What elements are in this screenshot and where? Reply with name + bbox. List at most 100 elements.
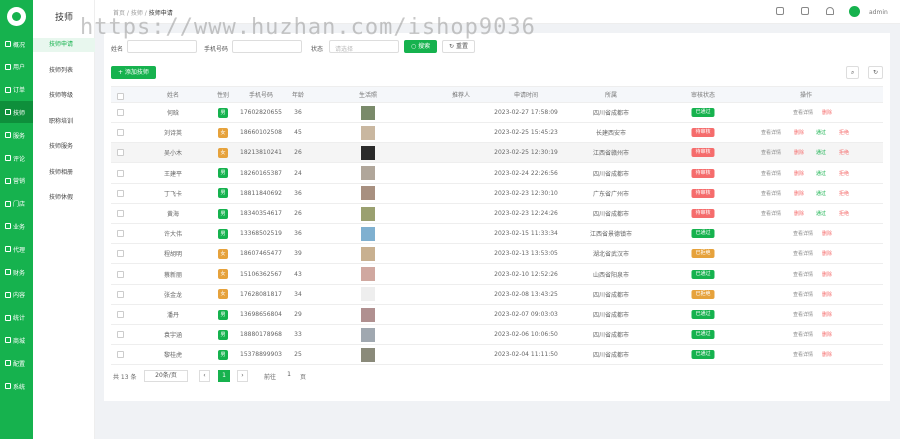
action-0[interactable]: 查看详情 (761, 184, 781, 203)
select-all-checkbox[interactable] (117, 93, 124, 100)
action-1[interactable]: 删除 (822, 103, 832, 122)
action-0[interactable]: 查看详情 (793, 325, 813, 344)
action-2[interactable]: 通过 (816, 143, 826, 162)
action-3[interactable]: 拒绝 (839, 143, 849, 162)
row-checkbox[interactable] (117, 189, 124, 197)
action-3[interactable]: 拒绝 (839, 204, 849, 223)
refresh-icon[interactable]: ↻ (868, 66, 884, 79)
action-2[interactable]: 通过 (816, 164, 826, 183)
life-photo-thumbnail[interactable] (361, 226, 375, 241)
action-1[interactable]: 删除 (822, 224, 832, 243)
sidebar-item-2[interactable]: 订单 (0, 79, 33, 101)
life-photo-thumbnail[interactable] (361, 327, 375, 342)
sidebar-item-12[interactable]: 统计 (0, 307, 33, 329)
action-1[interactable]: 删除 (822, 305, 832, 324)
submenu-item-6[interactable]: 技师休假 (33, 191, 95, 205)
action-0[interactable]: 查看详情 (761, 143, 781, 162)
page-1-button[interactable]: 1 (218, 370, 230, 382)
action-1[interactable]: 删除 (794, 204, 804, 223)
row-checkbox[interactable] (117, 270, 124, 278)
action-0[interactable]: 查看详情 (761, 164, 781, 183)
sidebar-item-15[interactable]: 系统 (0, 375, 33, 397)
row-checkbox[interactable] (117, 290, 124, 298)
life-photo-thumbnail[interactable] (361, 125, 375, 140)
action-1[interactable]: 删除 (822, 325, 832, 344)
avatar[interactable] (849, 6, 860, 17)
sidebar-item-4[interactable]: 服务 (0, 124, 33, 146)
action-0[interactable]: 查看详情 (793, 265, 813, 284)
sidebar-item-3[interactable]: 技师 (0, 101, 33, 124)
life-photo-thumbnail[interactable] (361, 246, 375, 261)
sidebar-item-11[interactable]: 内容 (0, 284, 33, 306)
row-checkbox[interactable] (117, 250, 124, 258)
life-photo-thumbnail[interactable] (361, 307, 375, 322)
life-photo-thumbnail[interactable] (361, 166, 375, 181)
submenu-item-2[interactable]: 技师等级 (33, 89, 95, 103)
sidebar-item-8[interactable]: 业务 (0, 215, 33, 237)
action-2[interactable]: 通过 (816, 184, 826, 203)
reset-button[interactable]: ↻ 重置 (442, 40, 475, 53)
next-page-button[interactable]: › (237, 370, 248, 382)
row-checkbox[interactable] (117, 311, 124, 318)
action-1[interactable]: 删除 (822, 265, 832, 284)
action-2[interactable]: 通过 (816, 123, 826, 142)
action-0[interactable]: 查看详情 (793, 244, 813, 263)
submenu-item-0[interactable]: 技师申请 (33, 38, 95, 52)
life-photo-thumbnail[interactable] (361, 206, 375, 221)
sidebar-item-9[interactable]: 代理 (0, 238, 33, 260)
sidebar-item-14[interactable]: 配置 (0, 352, 33, 374)
goto-input[interactable]: 1 (281, 370, 297, 382)
username[interactable]: admin (869, 9, 888, 16)
search-button[interactable]: ○ 搜索 (404, 40, 438, 53)
submenu-item-1[interactable]: 技师列表 (33, 64, 95, 78)
prev-page-button[interactable]: ‹ (199, 370, 210, 382)
action-1[interactable]: 删除 (822, 285, 832, 304)
row-checkbox[interactable] (117, 331, 124, 339)
row-checkbox[interactable] (117, 210, 124, 217)
add-technician-button[interactable]: + 添加技师 (111, 66, 156, 79)
action-0[interactable]: 查看详情 (793, 285, 813, 304)
row-checkbox[interactable] (117, 169, 124, 177)
submenu-item-4[interactable]: 技师服务 (33, 140, 95, 154)
action-0[interactable]: 查看详情 (793, 345, 813, 364)
action-1[interactable]: 删除 (794, 123, 804, 142)
trash-icon[interactable] (776, 7, 784, 15)
action-1[interactable]: 删除 (822, 345, 832, 364)
sidebar-item-5[interactable]: 评论 (0, 147, 33, 169)
fullscreen-icon[interactable] (801, 7, 809, 15)
phone-input[interactable] (232, 40, 302, 53)
action-3[interactable]: 拒绝 (839, 164, 849, 183)
sidebar-item-6[interactable]: 营销 (0, 170, 33, 192)
action-0[interactable]: 查看详情 (793, 103, 813, 122)
life-photo-thumbnail[interactable] (361, 145, 375, 160)
name-input[interactable] (127, 40, 197, 53)
action-1[interactable]: 删除 (794, 143, 804, 162)
action-0[interactable]: 查看详情 (761, 123, 781, 142)
life-photo-thumbnail[interactable] (361, 267, 375, 282)
submenu-item-5[interactable]: 技师相册 (33, 166, 95, 180)
action-0[interactable]: 查看详情 (793, 224, 813, 243)
action-3[interactable]: 拒绝 (839, 184, 849, 203)
search-icon[interactable]: ⌕ (846, 66, 860, 79)
life-photo-thumbnail[interactable] (361, 186, 375, 201)
page-size-select[interactable]: 20条/页 (144, 370, 188, 382)
action-1[interactable]: 删除 (822, 244, 832, 263)
sidebar-item-10[interactable]: 财务 (0, 261, 33, 283)
sidebar-item-0[interactable]: 概况 (0, 33, 33, 55)
sidebar-item-13[interactable]: 商城 (0, 329, 33, 351)
row-checkbox[interactable] (117, 149, 124, 157)
sidebar-item-1[interactable]: 用户 (0, 56, 33, 78)
row-checkbox[interactable] (117, 230, 124, 238)
action-2[interactable]: 通过 (816, 204, 826, 223)
row-checkbox[interactable] (117, 129, 124, 137)
action-1[interactable]: 删除 (794, 184, 804, 203)
life-photo-thumbnail[interactable] (361, 347, 375, 362)
action-0[interactable]: 查看详情 (793, 305, 813, 324)
life-photo-thumbnail[interactable] (361, 287, 375, 302)
action-0[interactable]: 查看详情 (761, 204, 781, 223)
submenu-item-3[interactable]: 职称培训 (33, 115, 95, 129)
row-checkbox[interactable] (117, 351, 124, 359)
bell-icon[interactable] (826, 7, 834, 15)
life-photo-thumbnail[interactable] (361, 105, 375, 120)
row-checkbox[interactable] (117, 109, 124, 116)
